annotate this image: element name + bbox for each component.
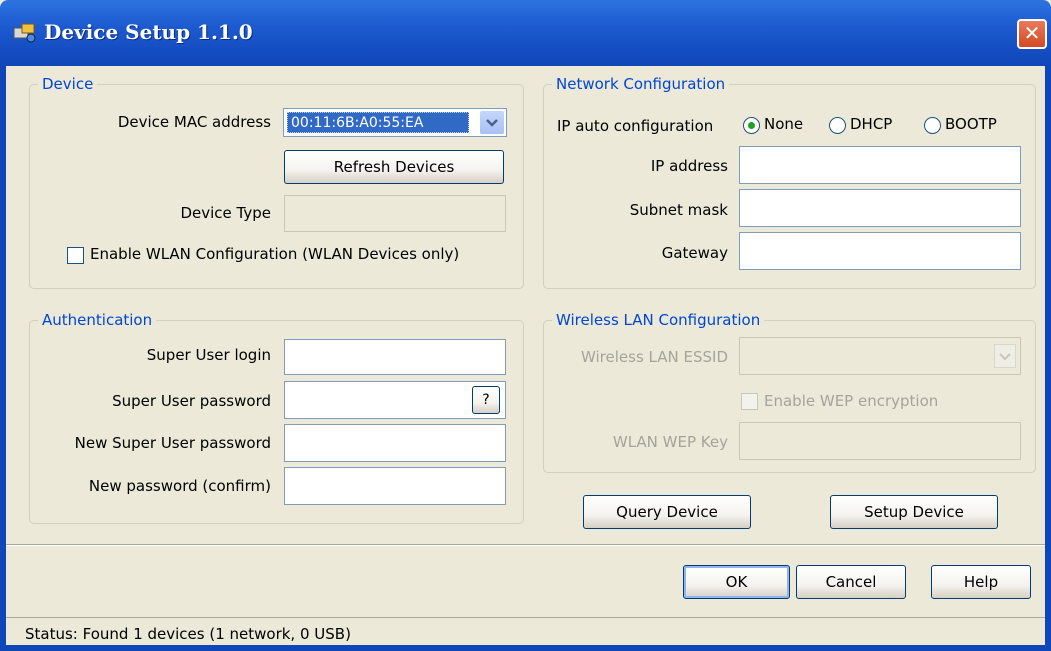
- window-title: Device Setup 1.1.0: [44, 20, 253, 44]
- wep-key-input: [739, 422, 1021, 460]
- network-config-legend: Network Configuration: [552, 75, 730, 93]
- confirm-password-input[interactable]: [284, 467, 506, 505]
- chevron-down-icon[interactable]: [480, 111, 504, 134]
- super-user-password-label: Super User password: [112, 392, 271, 410]
- subnet-mask-input[interactable]: [739, 189, 1021, 227]
- wep-key-label: WLAN WEP Key: [612, 433, 728, 451]
- device-type-field: [284, 195, 506, 232]
- password-help-button[interactable]: ?: [472, 386, 500, 414]
- authentication-legend: Authentication: [38, 311, 157, 329]
- help-button[interactable]: Help: [931, 565, 1031, 599]
- query-device-button[interactable]: Query Device: [583, 495, 751, 529]
- confirm-password-label: New password (confirm): [88, 477, 271, 495]
- mac-address-value: 00:11:6B:A0:55:EA: [287, 112, 469, 133]
- setup-device-button[interactable]: Setup Device: [830, 495, 998, 529]
- super-user-login-input[interactable]: [284, 339, 506, 375]
- enable-wlan-label: Enable WLAN Configuration (WLAN Devices …: [90, 245, 460, 263]
- window-frame-right: [1045, 66, 1051, 651]
- ip-auto-bootp-radio[interactable]: [924, 117, 941, 134]
- device-type-label: Device Type: [180, 204, 271, 222]
- enable-wlan-checkbox[interactable]: [67, 247, 84, 264]
- ok-button[interactable]: OK: [683, 565, 790, 599]
- wireless-config-legend: Wireless LAN Configuration: [552, 311, 765, 329]
- refresh-devices-button[interactable]: Refresh Devices: [284, 150, 504, 184]
- ip-address-input[interactable]: [739, 146, 1021, 184]
- subnet-mask-label: Subnet mask: [629, 201, 728, 219]
- status-text: Status: Found 1 devices (1 network, 0 US…: [25, 625, 351, 643]
- essid-label: Wireless LAN ESSID: [581, 348, 728, 366]
- ip-auto-dhcp-label: DHCP: [850, 115, 893, 133]
- enable-wep-label: Enable WEP encryption: [764, 392, 939, 410]
- ip-auto-none-label: None: [764, 115, 804, 133]
- ip-address-label: IP address: [650, 157, 728, 175]
- gateway-label: Gateway: [661, 244, 728, 262]
- mac-address-select[interactable]: 00:11:6B:A0:55:EA: [283, 108, 507, 137]
- ip-auto-config-label: IP auto configuration: [557, 117, 714, 135]
- new-super-user-password-input[interactable]: [284, 424, 506, 462]
- ip-auto-none-radio[interactable]: [743, 117, 760, 134]
- ip-auto-dhcp-radio[interactable]: [829, 117, 846, 134]
- ip-auto-bootp-label: BOOTP: [945, 115, 997, 133]
- essid-select: [739, 337, 1021, 375]
- gateway-input[interactable]: [739, 232, 1021, 270]
- super-user-login-label: Super User login: [146, 346, 271, 364]
- new-super-user-password-label: New Super User password: [74, 434, 271, 452]
- app-icon: [13, 23, 36, 43]
- chevron-down-icon: [994, 344, 1016, 368]
- cancel-button[interactable]: Cancel: [796, 565, 906, 599]
- enable-wep-checkbox: [741, 393, 758, 410]
- device-legend: Device: [38, 75, 98, 93]
- mac-address-label: Device MAC address: [117, 113, 271, 131]
- button-separator: [6, 544, 1045, 546]
- close-button[interactable]: ✕: [1017, 19, 1047, 49]
- window-frame-bottom: [0, 645, 1051, 651]
